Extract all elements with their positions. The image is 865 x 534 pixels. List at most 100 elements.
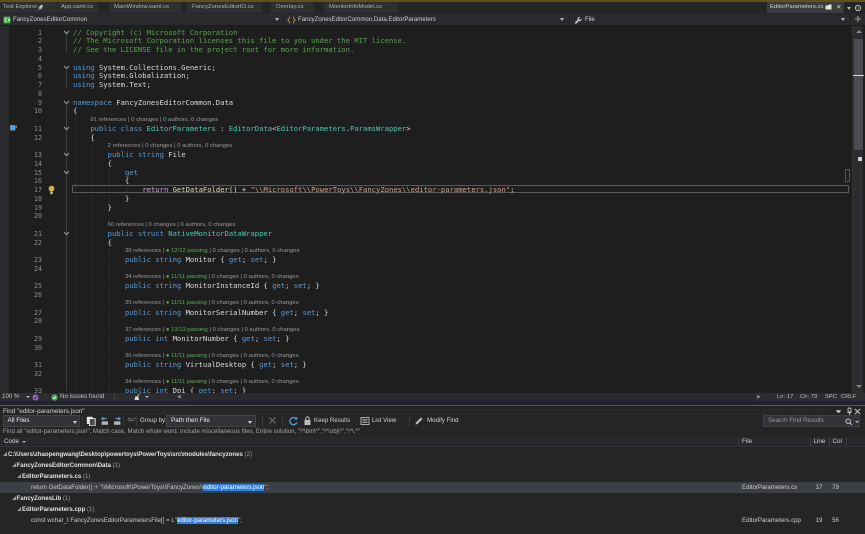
text-token: return [142, 185, 168, 194]
expander-triangle-icon[interactable] [17, 474, 21, 478]
keep-open-icon[interactable] [825, 4, 832, 10]
result-group-row[interactable]: FancyZonesLib (1) [0, 493, 865, 504]
column-header-col[interactable]: Col [833, 437, 842, 447]
code-editor[interactable]: 1// Copyright (c) Microsoft Corporation2… [0, 26, 865, 393]
tab-fancyzoneseditorio-cs[interactable]: FancyZonesEditorIO.cs [187, 2, 262, 13]
column-header-line[interactable]: Line [814, 437, 826, 447]
hscrollbar-track[interactable] [185, 393, 755, 401]
zoom-level[interactable]: 100 % [2, 393, 20, 402]
text-token: GetDataFolder [173, 185, 229, 194]
result-group-row[interactable]: EditorParameters.cpp (1) [0, 504, 865, 515]
search-find-results-input[interactable]: Search Find Results [763, 415, 860, 427]
tab-list-chevron-down-icon[interactable] [847, 7, 851, 10]
fold-chevron-icon[interactable] [63, 170, 70, 175]
tab-editorparameters-preview[interactable]: EditorParameters.cs✕ [767, 2, 844, 13]
codelens-indicator[interactable]: 91 references | 0 changes | 0 authors, 0… [90, 117, 218, 123]
fold-chevron-icon[interactable] [63, 65, 70, 70]
expander-triangle-icon[interactable] [17, 507, 21, 511]
decor [288, 17, 290, 23]
result-group-row[interactable]: EditorParameters.cs (1) [0, 471, 865, 482]
expander-triangle-icon[interactable] [12, 496, 16, 500]
codelens-indicator[interactable]: 60 references | 0 changes | 0 authors, 0… [108, 222, 236, 228]
fold-chevron-icon[interactable] [63, 231, 70, 236]
fold-chevron-icon[interactable] [63, 126, 70, 131]
pencil-icon[interactable] [414, 416, 424, 426]
tab-overlay-cs[interactable]: Overlay.cs [271, 2, 314, 13]
column-header-file[interactable]: File [742, 437, 752, 447]
lightbulb-icon[interactable] [47, 185, 56, 195]
tab-app-xaml-cs[interactable]: App.xaml.cs [58, 2, 98, 13]
result-group-row[interactable]: FancyZonesEditorCommon\Data (1) [0, 460, 865, 471]
line-number: 13 [20, 151, 42, 159]
zoom-chevron-down-icon[interactable] [26, 396, 30, 398]
codelens-indicator[interactable]: 38 references | ● 12/12 passing | 0 chan… [125, 248, 300, 254]
tab-mainwindow-xaml-cs[interactable]: MainWindow.xaml.cs [109, 2, 181, 13]
close-icon[interactable]: ✕ [836, 2, 841, 13]
expander-triangle-icon[interactable] [3, 452, 7, 456]
list-view-button[interactable]: List View [372, 414, 396, 428]
codelens-indicator[interactable]: 2 references | 0 changes | 0 authors, 0 … [108, 143, 233, 149]
codelens-indicator[interactable]: 34 references | ● 11/11 passing | 0 chan… [125, 379, 299, 385]
project-chevron-down-icon[interactable] [275, 18, 279, 21]
fold-chevron-icon[interactable] [63, 152, 70, 157]
status-line-ending[interactable]: CRLF [841, 393, 856, 402]
split-editor-icon[interactable] [854, 15, 863, 24]
group-by-dropdown[interactable]: Path then File [166, 415, 256, 427]
code-line: namespace FancyZonesEditorCommon.Data [73, 98, 233, 107]
document-health-icon[interactable] [32, 393, 39, 401]
result-match-row[interactable]: return GetDataFolder() + "\\Microsoft\\P… [0, 482, 865, 493]
copy-icon[interactable] [86, 416, 96, 426]
scroll-up-icon[interactable] [856, 30, 862, 33]
type-chevron-down-icon[interactable] [560, 18, 564, 21]
codelens-indicator[interactable]: 37 references | ● 13/13 passing | 0 chan… [125, 327, 300, 333]
health-status-text[interactable]: No issues found [60, 393, 104, 402]
scrollbar-thumb[interactable] [854, 39, 863, 150]
code-line: using System.Globalization; [73, 71, 190, 80]
keep-results-button[interactable]: Keep Results [314, 414, 350, 428]
decor [64, 31, 69, 34]
scroll-down-icon[interactable] [856, 385, 862, 388]
scope-dropdown[interactable]: All Files [3, 415, 80, 427]
navbar-type-dropdown[interactable]: FancyZonesEditorCommon.Data.EditorParame… [298, 14, 436, 27]
line-number: 28 [20, 317, 42, 325]
tab-label: Overlay.cs [276, 2, 303, 13]
expander-triangle-icon[interactable] [12, 463, 16, 467]
list-view-icon[interactable] [360, 416, 370, 426]
pin-icon[interactable] [37, 4, 44, 11]
gear-icon[interactable] [854, 4, 862, 12]
refresh-icon[interactable] [288, 416, 298, 426]
decor [63, 231, 70, 236]
search-icon[interactable] [845, 418, 853, 426]
toolbar-separator [409, 416, 410, 426]
status-spaces-mode[interactable]: SPC [825, 393, 837, 402]
result-group-row[interactable]: C:\Users\zhaopengwang\Desktop\powertoys\… [0, 449, 865, 460]
codelens-indicator[interactable]: 34 references | ● 11/11 passing | 0 chan… [125, 274, 299, 280]
previous-location-icon[interactable] [100, 416, 110, 426]
cleanup-chevron-down-icon[interactable] [145, 396, 149, 398]
tab-monitorinfomodel-cs[interactable]: MonitorInfoModel.cs [324, 2, 398, 13]
hscroll-right-icon[interactable]: ▶ [757, 393, 761, 402]
result-match-row[interactable]: const wchar_t FancyZonesEditorParameters… [0, 515, 865, 526]
next-location-icon[interactable] [112, 416, 122, 426]
codelens-indicator[interactable]: 35 references | ● 11/11 passing | 0 chan… [125, 300, 299, 306]
navbar-project-dropdown[interactable]: FancyZonesEditorCommon [13, 14, 87, 27]
text-token: set [294, 281, 307, 290]
search-chevron-down-icon[interactable] [855, 421, 859, 423]
column-header-code[interactable]: Code [4, 437, 19, 447]
decor [845, 418, 853, 426]
navbar-member-dropdown[interactable]: File [585, 14, 595, 27]
hscroll-left-icon[interactable]: ◀ [177, 393, 181, 402]
modify-find-button[interactable]: Modify Find [427, 414, 459, 428]
fold-chevron-icon[interactable] [63, 30, 70, 35]
fold-chevron-icon[interactable] [63, 100, 70, 105]
search-placeholder: Search Find Results [768, 416, 824, 426]
codelens-indicator[interactable]: 36 references | ● 11/11 passing | 0 chan… [125, 353, 299, 359]
text-token: VirtualDesktop [186, 360, 247, 369]
lock-icon[interactable] [303, 416, 313, 426]
editor-vertical-scrollbar[interactable] [852, 26, 864, 393]
code-cleanup-broom-icon[interactable] [133, 393, 142, 402]
tab-test-explorer[interactable]: Test Explorer [0, 2, 57, 13]
toolbar-separator [123, 416, 124, 426]
decor [37, 4, 44, 11]
member-chevron-down-icon[interactable] [841, 18, 845, 21]
